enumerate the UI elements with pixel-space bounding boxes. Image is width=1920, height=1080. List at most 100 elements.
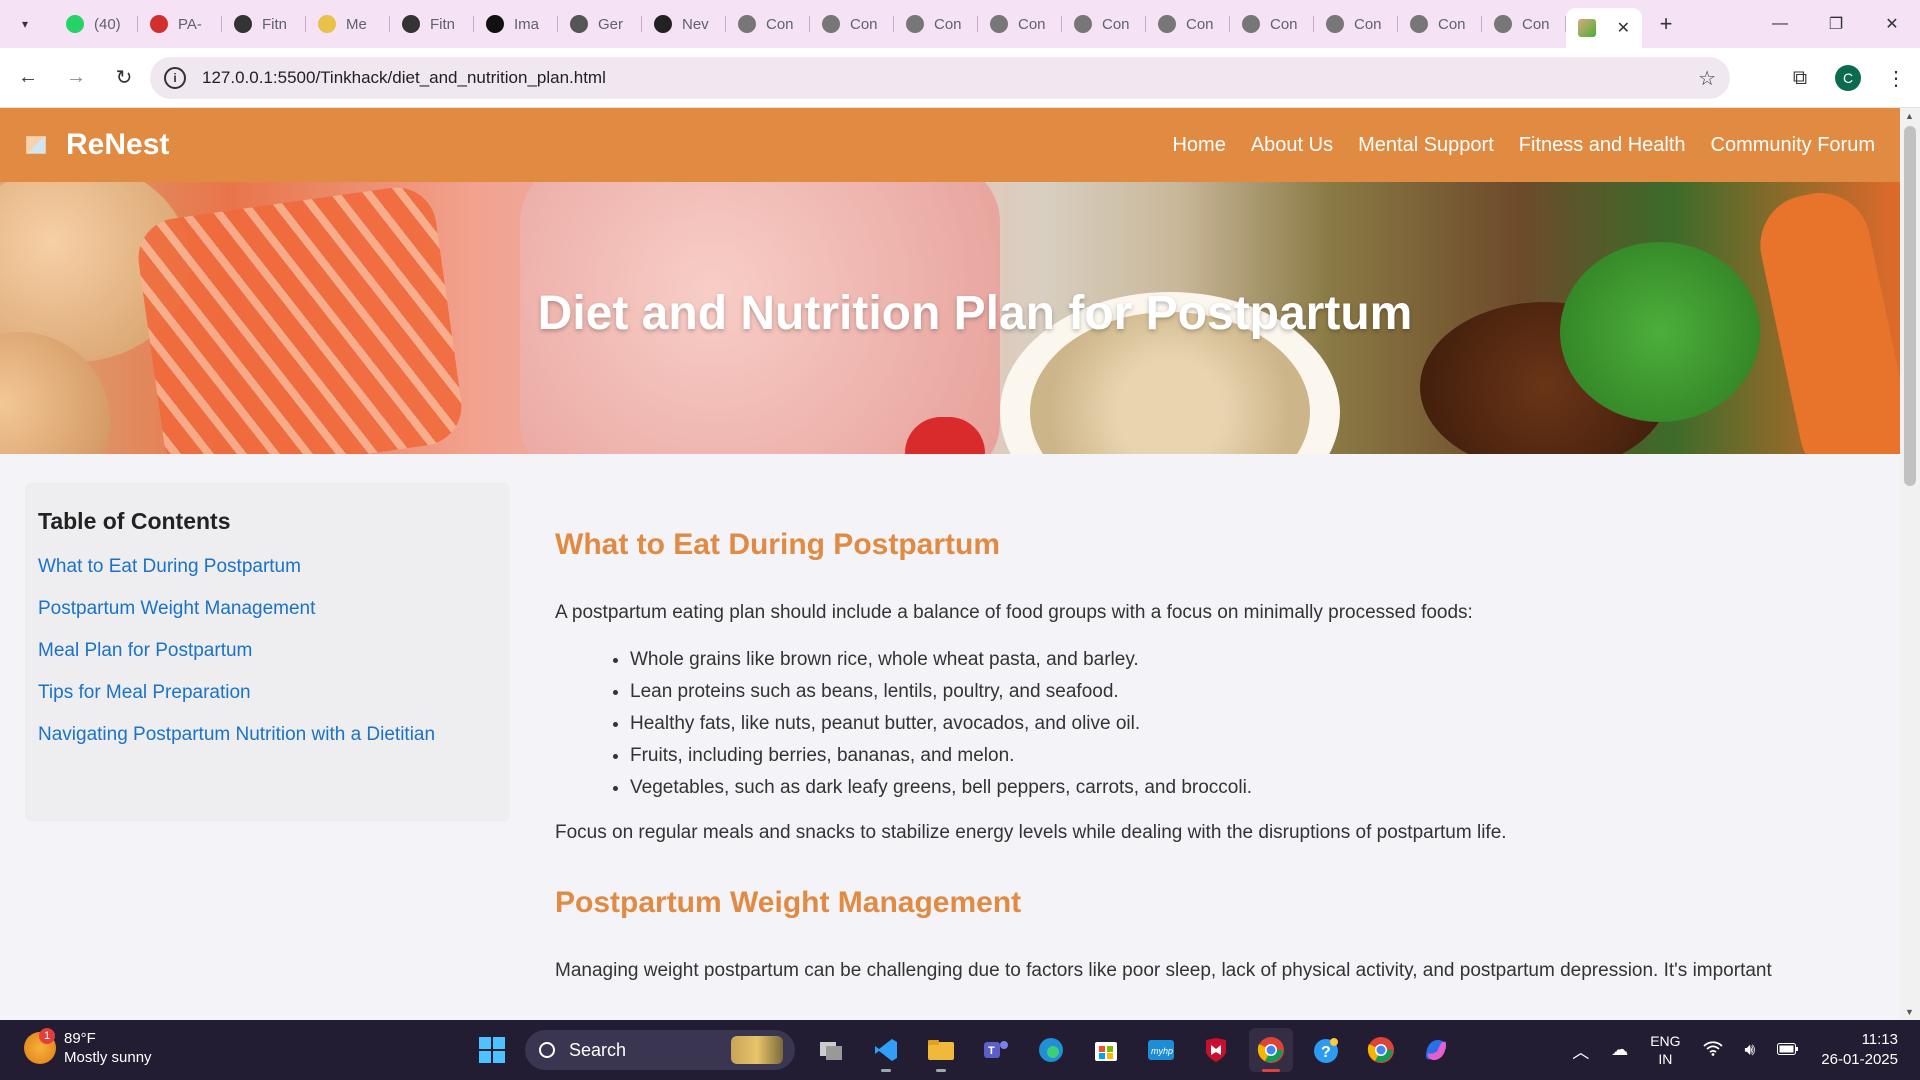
weather-widget[interactable]: 1 89°F Mostly sunny xyxy=(24,1028,152,1067)
restore-button[interactable]: ❐ xyxy=(1808,0,1864,48)
taskbar-apps: Search T myhp ? xyxy=(470,1028,1469,1072)
browser-tab[interactable]: Con xyxy=(810,6,894,42)
task-view-icon[interactable] xyxy=(809,1028,853,1072)
toc-title: Table of Contents xyxy=(38,508,231,534)
globe-icon xyxy=(822,15,840,33)
bookmark-star-icon[interactable]: ☆ xyxy=(1698,66,1716,91)
menu-kebab-icon[interactable]: ⋮ xyxy=(1872,66,1920,91)
profile-avatar[interactable]: C xyxy=(1835,65,1861,91)
site-info-icon[interactable]: i xyxy=(164,67,186,89)
browser-tab[interactable]: (40) xyxy=(54,6,138,42)
scroll-down-arrow-icon[interactable]: ▼ xyxy=(1905,1007,1914,1017)
copilot-icon[interactable] xyxy=(1414,1028,1458,1072)
browser-tab[interactable]: Con xyxy=(1482,6,1566,42)
forward-button[interactable]: → xyxy=(56,58,96,98)
teams-icon[interactable]: T xyxy=(974,1028,1018,1072)
browser-tab[interactable]: Nev xyxy=(642,6,726,42)
hero-title: Diet and Nutrition Plan for Postpartum xyxy=(537,287,1413,340)
nav-community-forum[interactable]: Community Forum xyxy=(1711,134,1875,157)
nav-fitness-health[interactable]: Fitness and Health xyxy=(1519,134,1686,157)
nav-home[interactable]: Home xyxy=(1172,134,1225,157)
back-button[interactable]: ← xyxy=(8,58,48,98)
mental-icon xyxy=(318,15,336,33)
browser-tab[interactable]: Con xyxy=(1314,6,1398,42)
extensions-icon[interactable]: ⧉ xyxy=(1776,67,1824,90)
url-text[interactable]: 127.0.0.1:5500/Tinkhack/diet_and_nutriti… xyxy=(202,68,606,88)
browser-tab[interactable]: PA- xyxy=(138,6,222,42)
address-bar[interactable]: i 127.0.0.1:5500/Tinkhack/diet_and_nutri… xyxy=(150,57,1730,99)
browser-tab[interactable]: Con xyxy=(894,6,978,42)
nav-mental-support[interactable]: Mental Support xyxy=(1358,134,1494,157)
globe-icon xyxy=(1158,15,1176,33)
svg-text:T: T xyxy=(988,1045,995,1057)
github-icon xyxy=(570,15,588,33)
page-scrollbar[interactable]: ▲ ▼ xyxy=(1900,108,1920,1020)
toc-link-meal-prep-tips[interactable]: Tips for Meal Preparation xyxy=(38,682,497,704)
wifi-icon[interactable] xyxy=(1702,1040,1723,1061)
tab-title: Fitn xyxy=(262,15,288,33)
clock[interactable]: 11:13 26-01-2025 xyxy=(1821,1030,1898,1070)
minimize-button[interactable]: — xyxy=(1752,0,1808,48)
scroll-up-arrow-icon[interactable]: ▲ xyxy=(1905,111,1914,121)
windows-taskbar: 1 89°F Mostly sunny Search T myhp ? ︿ ☁ xyxy=(0,1020,1920,1080)
section-heading-what-to-eat: What to Eat During Postpartum xyxy=(555,528,1000,561)
vscode-icon[interactable] xyxy=(864,1028,908,1072)
edge-icon[interactable] xyxy=(1029,1028,1073,1072)
globe-icon xyxy=(1074,15,1092,33)
language-indicator[interactable]: ENG IN xyxy=(1650,1032,1680,1068)
start-windows-icon[interactable] xyxy=(470,1028,514,1072)
tab-title: Nev xyxy=(682,15,709,33)
show-hidden-icons-chevron-icon[interactable]: ︿ xyxy=(1572,1038,1589,1063)
globe-icon xyxy=(1410,15,1428,33)
browser-tab[interactable]: Me xyxy=(306,6,390,42)
tab-title: Con xyxy=(1102,15,1130,33)
globe-icon xyxy=(1326,15,1344,33)
scrollbar-thumb[interactable] xyxy=(1904,126,1916,486)
brand-name[interactable]: ReNest xyxy=(66,128,169,162)
chrome-profile-icon[interactable] xyxy=(1359,1028,1403,1072)
tab-title: Con xyxy=(1354,15,1382,33)
volume-icon[interactable]: 🔊︎ xyxy=(1745,1040,1756,1060)
browser-tab-active[interactable]: ✕ xyxy=(1566,8,1642,48)
browser-tab[interactable]: Con xyxy=(1398,6,1482,42)
system-tray: ︿ ☁ ENG IN 🔊︎ 11:13 26-01-2025 xyxy=(1572,1020,1920,1080)
browser-tab[interactable]: Con xyxy=(1062,6,1146,42)
mcafee-icon[interactable] xyxy=(1194,1028,1238,1072)
new-tab-button[interactable]: + xyxy=(1648,6,1684,42)
browser-tab[interactable]: Con xyxy=(978,6,1062,42)
reload-button[interactable]: ↻ xyxy=(104,58,144,98)
hero-banner: Diet and Nutrition Plan for Postpartum xyxy=(0,182,1900,454)
battery-icon[interactable] xyxy=(1777,1040,1799,1060)
browser-tab[interactable]: Con xyxy=(1146,6,1230,42)
browser-tab[interactable]: Fitn xyxy=(390,6,474,42)
weather-description: Mostly sunny xyxy=(64,1049,152,1066)
tab-search-button[interactable]: ▾ xyxy=(10,9,40,39)
close-tab-icon[interactable]: ✕ xyxy=(1617,18,1630,38)
close-window-button[interactable]: ✕ xyxy=(1864,0,1920,48)
help-icon[interactable]: ? xyxy=(1304,1028,1348,1072)
file-explorer-icon[interactable] xyxy=(919,1028,963,1072)
toc-link-dietitian[interactable]: Navigating Postpartum Nutrition with a D… xyxy=(38,724,497,746)
clock-time: 11:13 xyxy=(1861,1031,1898,1048)
toc-link-what-to-eat[interactable]: What to Eat During Postpartum xyxy=(38,556,497,578)
logo-image[interactable] xyxy=(26,136,46,154)
browser-tab[interactable]: Con xyxy=(1230,6,1314,42)
list-item: Vegetables, such as dark leafy greens, b… xyxy=(630,772,1855,804)
browser-tab[interactable]: Fitn xyxy=(222,6,306,42)
browser-tab[interactable]: Ger xyxy=(558,6,642,42)
tab-title: Con xyxy=(1270,15,1298,33)
chrome-icon[interactable] xyxy=(1249,1028,1293,1072)
toc-link-weight-management[interactable]: Postpartum Weight Management xyxy=(38,598,497,620)
tab-title: Con xyxy=(934,15,962,33)
microsoft-store-icon[interactable] xyxy=(1084,1028,1128,1072)
browser-tab[interactable]: Con xyxy=(726,6,810,42)
browser-tab[interactable]: Ima xyxy=(474,6,558,42)
nav-about-us[interactable]: About Us xyxy=(1251,134,1333,157)
search-icon xyxy=(539,1042,555,1058)
clock-date: 26-01-2025 xyxy=(1821,1051,1898,1068)
taskbar-search-box[interactable]: Search xyxy=(525,1030,795,1070)
myhp-icon[interactable]: myhp xyxy=(1139,1028,1183,1072)
onedrive-cloud-icon[interactable]: ☁ xyxy=(1611,1040,1628,1060)
toc-link-meal-plan[interactable]: Meal Plan for Postpartum xyxy=(38,640,497,662)
browser-toolbar: ← → ↻ i 127.0.0.1:5500/Tinkhack/diet_and… xyxy=(0,48,1920,108)
